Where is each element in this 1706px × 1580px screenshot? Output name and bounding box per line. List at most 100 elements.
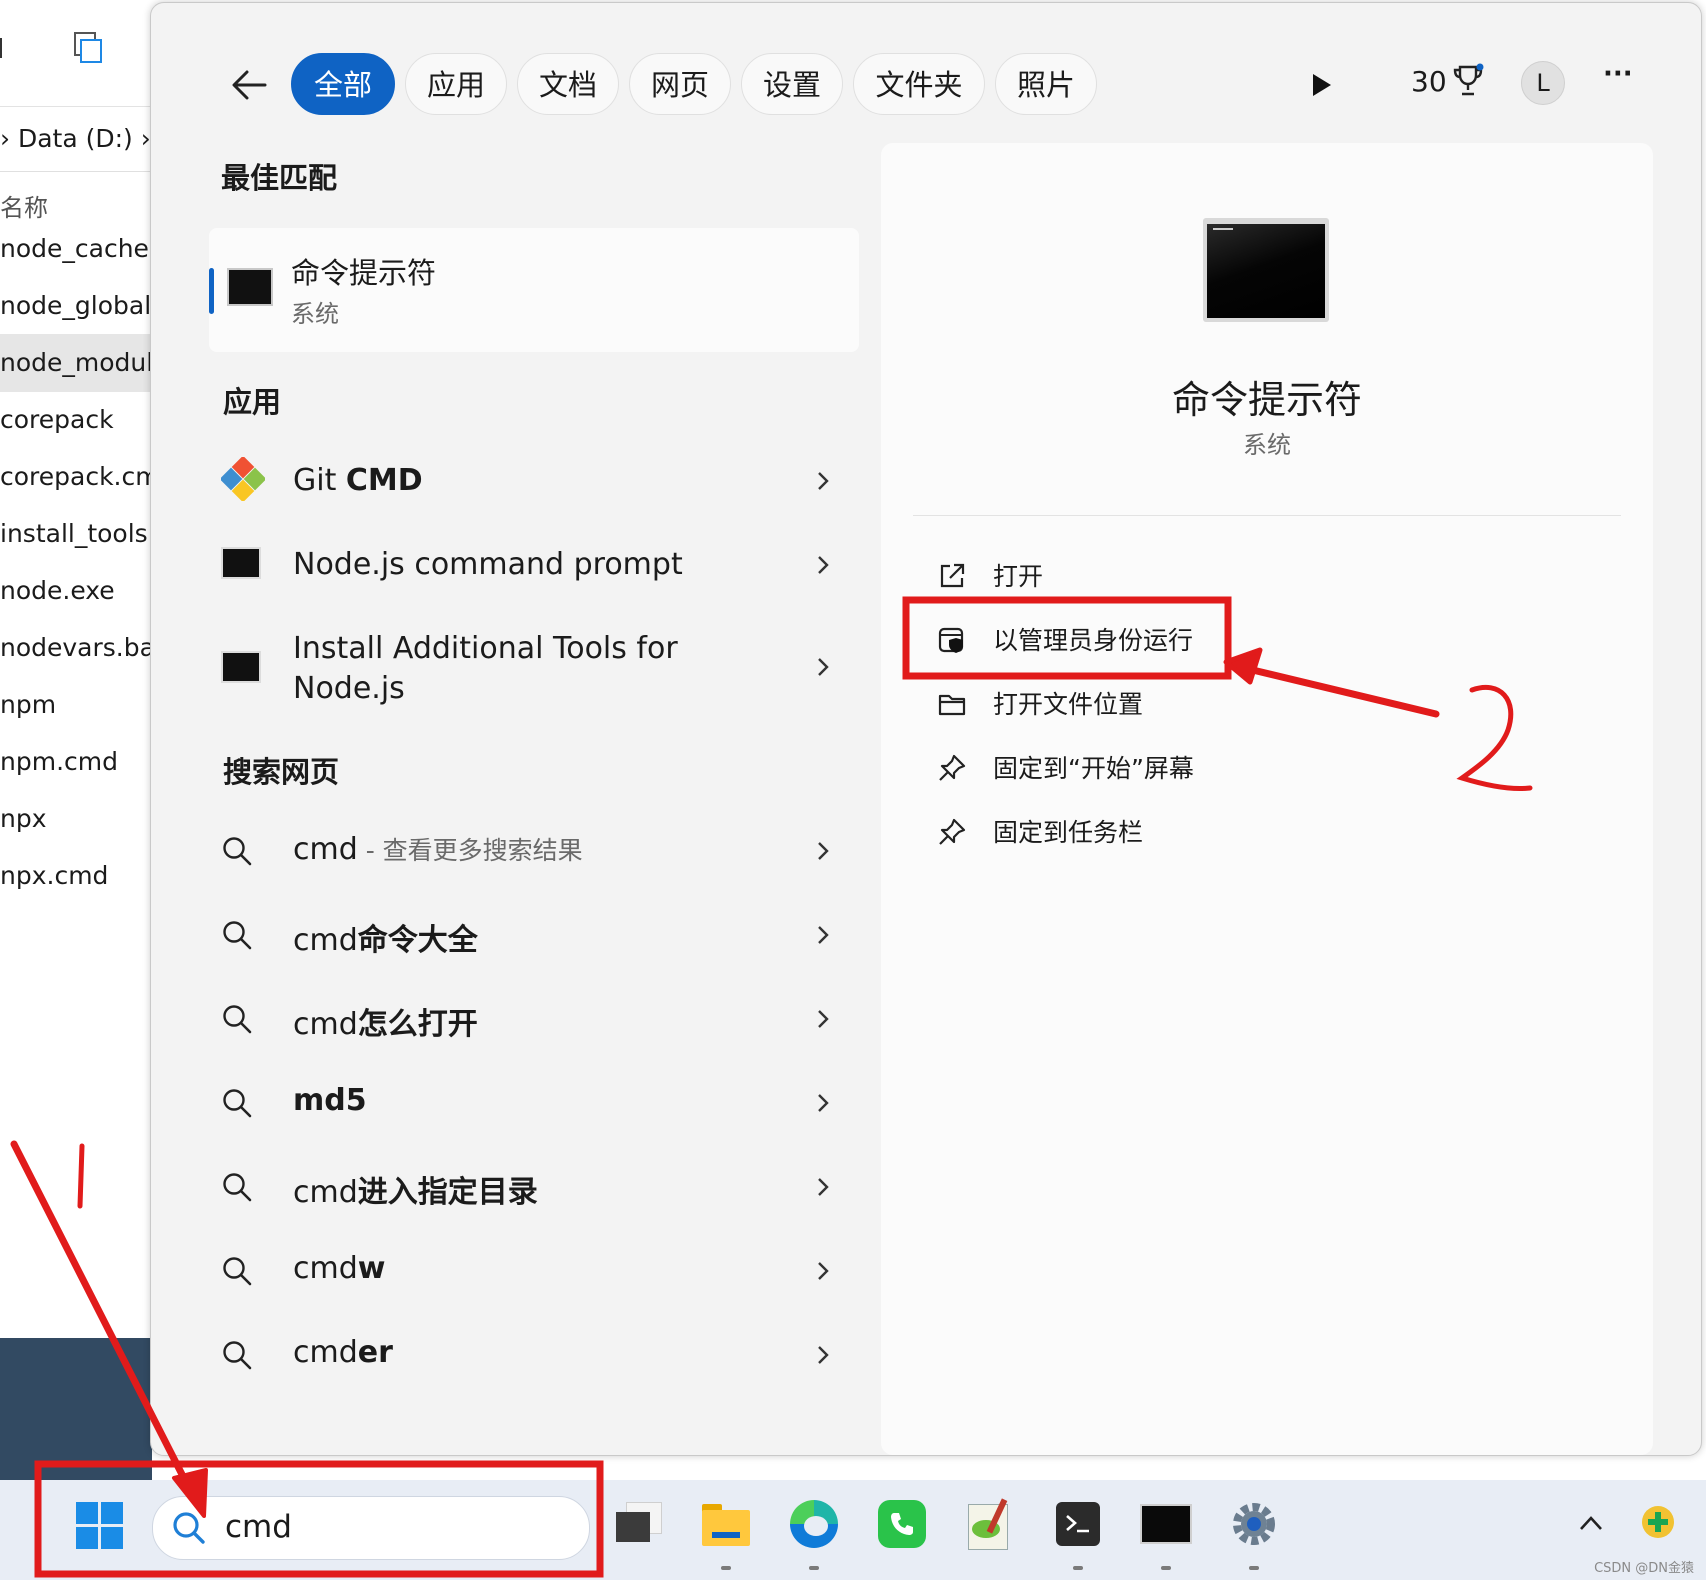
rewards-points[interactable]: 30 xyxy=(1411,65,1447,98)
search-icon xyxy=(223,1341,252,1370)
file-list: 名称 node_cache node_global node_modules c… xyxy=(0,172,152,1254)
search-icon xyxy=(223,837,252,866)
tab-apps[interactable]: 应用 xyxy=(405,53,507,115)
search-icon xyxy=(223,1257,252,1286)
tab-web[interactable]: 网页 xyxy=(629,53,731,115)
back-arrow-icon[interactable] xyxy=(229,65,269,105)
phone-link-icon[interactable] xyxy=(876,1498,928,1550)
web-result-label: cmd命令大全 xyxy=(293,923,478,958)
node-command-prompt-icon xyxy=(221,547,261,579)
apps-heading: 应用 xyxy=(223,385,282,419)
chevron-right-icon[interactable] xyxy=(813,841,833,861)
action-open-file-location[interactable]: 打开文件位置 xyxy=(937,679,1537,729)
avatar[interactable]: L xyxy=(1521,61,1565,105)
chevron-up-icon[interactable] xyxy=(1578,1514,1604,1532)
search-query: cmd xyxy=(225,1509,292,1545)
chevron-right-icon[interactable] xyxy=(813,925,833,945)
running-indicator xyxy=(809,1566,819,1570)
trophy-icon[interactable] xyxy=(1451,63,1485,99)
chevron-right-icon[interactable] xyxy=(813,657,833,677)
command-prompt-icon[interactable] xyxy=(1140,1498,1192,1550)
action-pin-to-start[interactable]: 固定到“开始”屏幕 xyxy=(937,743,1537,793)
play-icon[interactable] xyxy=(1307,71,1335,99)
admin-shield-icon xyxy=(938,627,964,653)
running-indicator xyxy=(721,1566,731,1570)
search-icon xyxy=(223,1173,252,1202)
list-item[interactable]: npx.cmd xyxy=(0,847,152,905)
best-match-title: 命令提示符 xyxy=(291,256,437,290)
file-explorer-icon[interactable] xyxy=(700,1498,752,1550)
chevron-right-icon[interactable] xyxy=(813,1261,833,1281)
list-item[interactable]: corepack xyxy=(0,391,152,449)
action-open[interactable]: 打开 xyxy=(937,551,1537,601)
app-item-node-command-prompt[interactable]: Node.js command prompt xyxy=(211,525,861,605)
list-item[interactable]: nodevars.bat xyxy=(0,619,152,677)
web-result-item[interactable]: cmd怎么打开 xyxy=(211,979,861,1059)
chevron-right-icon[interactable] xyxy=(813,555,833,575)
git-cmd-icon xyxy=(221,457,265,501)
task-view-icon[interactable] xyxy=(614,1498,666,1550)
chevron-right-icon[interactable] xyxy=(813,1177,833,1197)
command-prompt-icon xyxy=(227,268,273,306)
taskbar: cmd CSDN @DN金猿 xyxy=(0,1480,1706,1580)
web-result-label: cmd怎么打开 xyxy=(293,1007,478,1042)
list-item[interactable]: node_cache xyxy=(0,220,152,278)
action-run-as-admin[interactable]: 以管理员身份运行 xyxy=(937,615,1537,665)
tab-photos[interactable]: 照片 xyxy=(995,53,1097,115)
action-pin-to-taskbar[interactable]: 固定到任务栏 xyxy=(937,807,1537,857)
tray-app-icon[interactable] xyxy=(1642,1506,1674,1538)
chevron-right-icon[interactable] xyxy=(813,1345,833,1365)
web-result-label: cmdw xyxy=(293,1251,386,1286)
list-item[interactable]: node.exe xyxy=(0,562,152,620)
chevron-right-icon[interactable] xyxy=(813,1093,833,1113)
list-item[interactable]: npx xyxy=(0,790,152,848)
selection-indicator xyxy=(209,268,214,314)
search-icon xyxy=(173,1512,205,1544)
detail-pane: 命令提示符 系统 打开 以管理员身份运行 打开文件位置 固定到“开始”屏幕 固定… xyxy=(881,143,1653,1455)
best-match-item[interactable]: 命令提示符 系统 xyxy=(209,228,859,352)
running-indicator xyxy=(1249,1566,1259,1570)
app-item-label: Node.js command prompt xyxy=(293,547,683,582)
toolbar-divider xyxy=(0,38,2,58)
list-item[interactable]: npm.cmd xyxy=(0,733,152,791)
taskbar-search-input[interactable]: cmd xyxy=(152,1496,590,1560)
detail-title: 命令提示符 xyxy=(1171,378,1362,422)
chevron-right-icon[interactable] xyxy=(813,1009,833,1029)
running-indicator xyxy=(1073,1566,1083,1570)
copy-icon[interactable] xyxy=(74,32,102,63)
breadcrumb[interactable]: › Data (D:) › P xyxy=(0,107,152,172)
terminal-icon[interactable] xyxy=(1052,1498,1104,1550)
notepad-plus-icon[interactable] xyxy=(964,1498,1016,1550)
watermark: CSDN @DN金猿 xyxy=(1594,1561,1694,1576)
app-item-install-tools[interactable]: Install Additional Tools for Node.js xyxy=(211,625,861,725)
action-label: 打开 xyxy=(993,562,1044,591)
web-result-label: cmd - 查看更多搜索结果 xyxy=(293,832,583,867)
web-result-item[interactable]: cmd命令大全 xyxy=(211,895,861,975)
web-result-item[interactable]: cmdw xyxy=(211,1231,861,1311)
web-result-item[interactable]: md5 xyxy=(211,1063,861,1143)
tab-folders[interactable]: 文件夹 xyxy=(853,53,985,115)
list-item[interactable]: node_global xyxy=(0,277,152,335)
app-item-label-line1: Install Additional Tools for xyxy=(293,631,678,666)
chevron-right-icon[interactable] xyxy=(813,471,833,491)
tab-all[interactable]: 全部 xyxy=(291,53,395,115)
detail-subtitle: 系统 xyxy=(1243,431,1291,459)
web-result-item[interactable]: cmder xyxy=(211,1315,861,1395)
detail-divider xyxy=(913,515,1621,516)
list-item[interactable]: node_modules xyxy=(0,334,152,392)
list-item[interactable]: corepack.cmd xyxy=(0,448,152,506)
tab-documents[interactable]: 文档 xyxy=(517,53,619,115)
tab-settings[interactable]: 设置 xyxy=(741,53,843,115)
windows-start-icon[interactable] xyxy=(76,1502,124,1550)
web-result-item[interactable]: cmd - 查看更多搜索结果 xyxy=(211,811,861,891)
list-item[interactable]: install_tools.bat xyxy=(0,505,152,563)
more-options-icon[interactable]: ··· xyxy=(1603,59,1633,89)
edge-icon[interactable] xyxy=(788,1498,840,1550)
column-header-name[interactable]: 名称 xyxy=(0,188,48,223)
list-item[interactable]: npm xyxy=(0,676,152,734)
web-result-item[interactable]: cmd进入指定目录 xyxy=(211,1147,861,1227)
command-prompt-large-icon xyxy=(1203,218,1329,322)
settings-icon[interactable] xyxy=(1228,1498,1280,1550)
app-item-git-cmd[interactable]: Git CMD xyxy=(211,441,861,521)
best-match-subtitle: 系统 xyxy=(291,300,339,328)
